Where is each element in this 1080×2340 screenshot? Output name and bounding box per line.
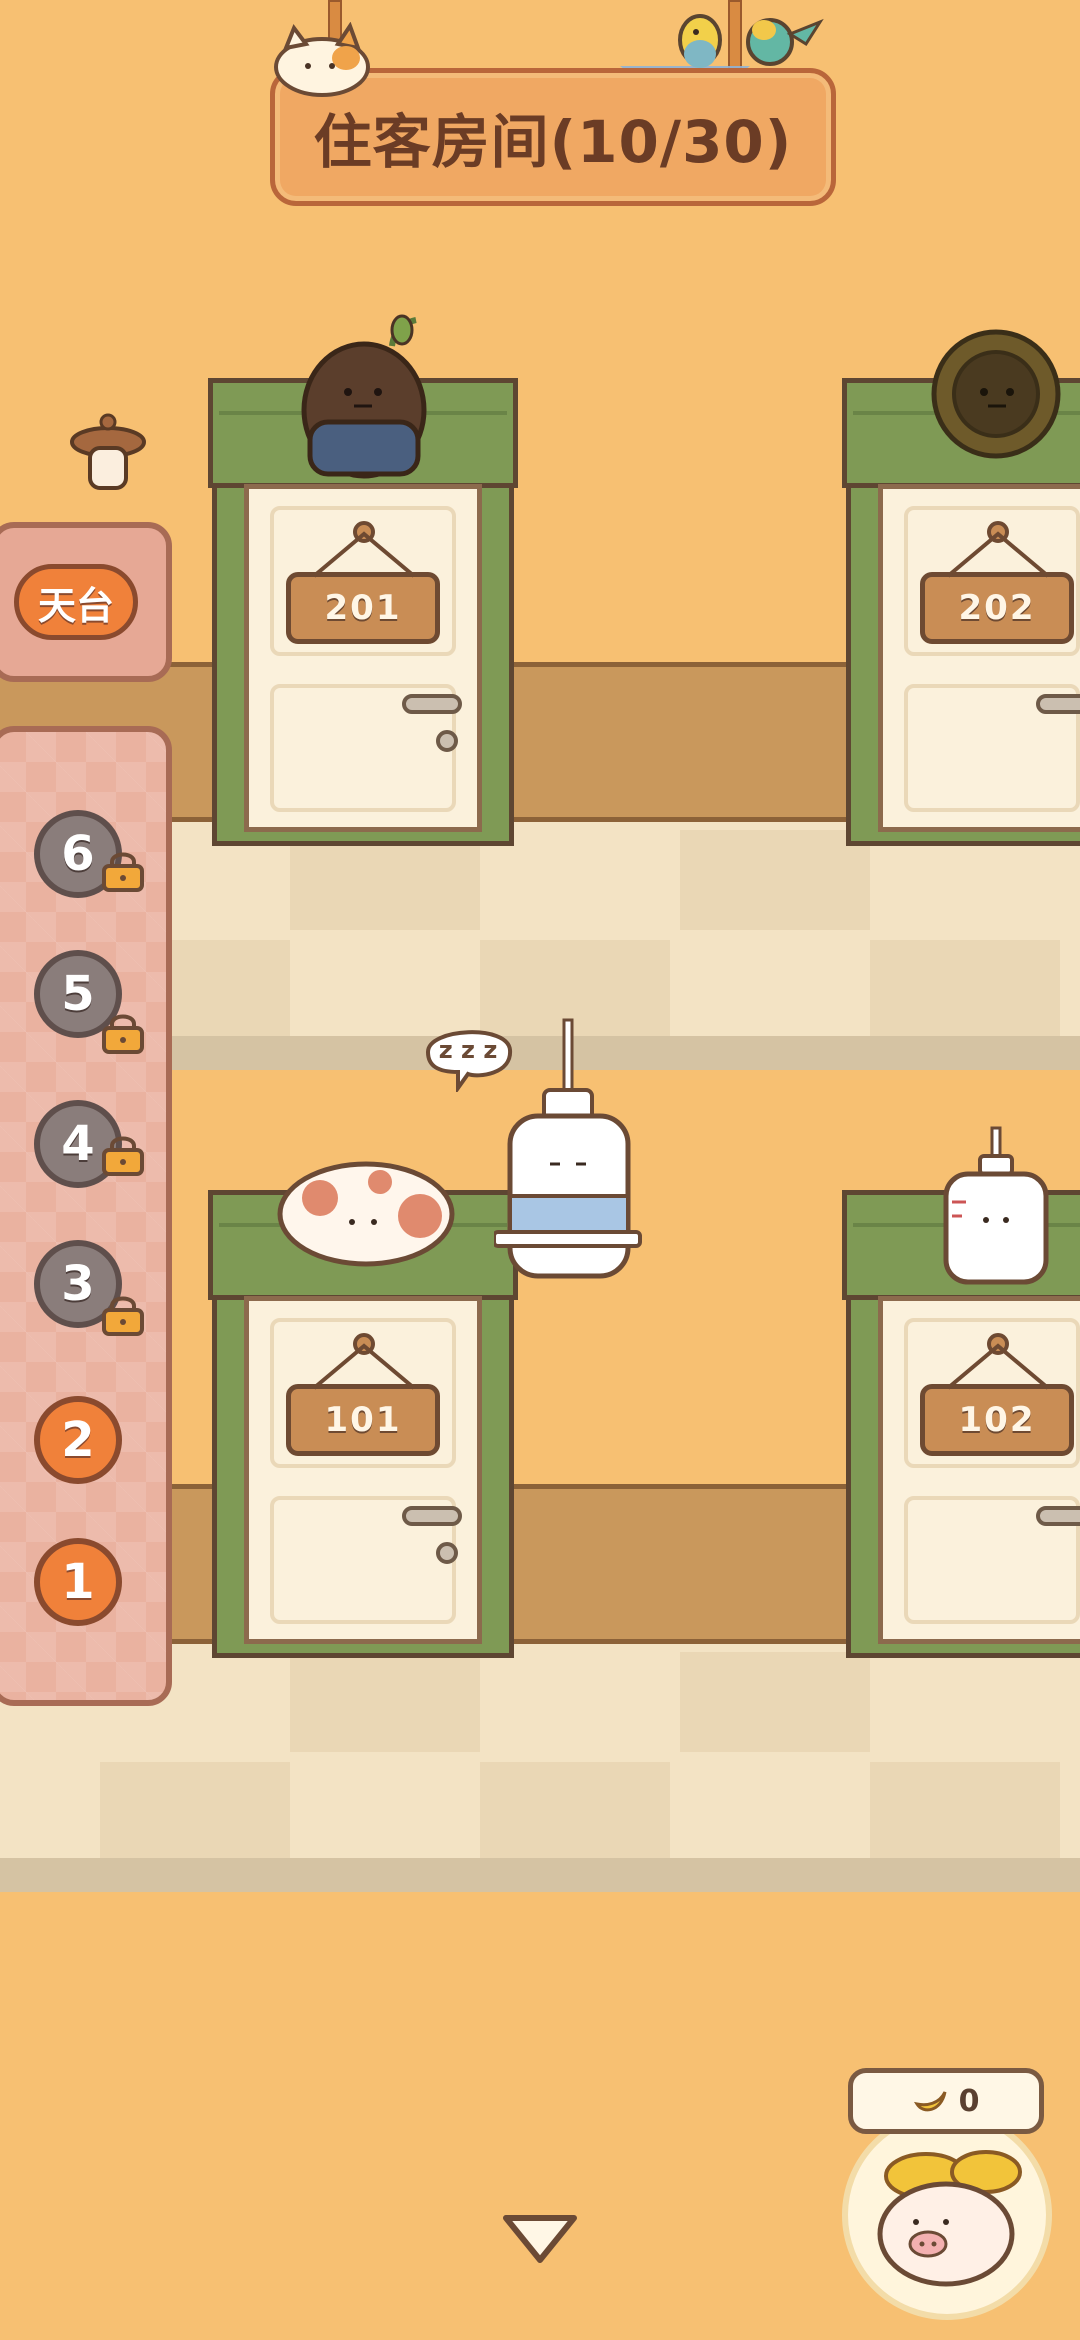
coin-counter: 0 bbox=[848, 2068, 1044, 2134]
banana-coin-icon bbox=[913, 2091, 947, 2112]
lock-icon bbox=[102, 852, 144, 892]
sign-hanger-icon bbox=[312, 521, 416, 578]
coin-count: 0 bbox=[958, 2083, 980, 2119]
door-handle bbox=[1036, 694, 1080, 714]
roof-button[interactable]: 天台 bbox=[14, 564, 138, 640]
lock-icon bbox=[102, 1296, 144, 1336]
door-handle bbox=[402, 694, 462, 714]
lock-icon bbox=[102, 1014, 144, 1054]
sign-hanger-icon bbox=[312, 1333, 416, 1390]
floor-edge bbox=[0, 1858, 1080, 1892]
door-lock-knob bbox=[436, 1542, 458, 1564]
floor-tile bbox=[290, 1652, 480, 1752]
room-sign-101[interactable]: 101 bbox=[286, 1384, 440, 1456]
floor-tile bbox=[680, 1652, 870, 1752]
sunflower-guest-icon[interactable] bbox=[926, 322, 1066, 462]
door-lock-knob bbox=[436, 730, 458, 752]
floor-tile bbox=[870, 1762, 1060, 1858]
parrots-icon bbox=[678, 14, 824, 68]
floor-tile bbox=[680, 830, 870, 930]
seed-guest-icon[interactable] bbox=[296, 310, 432, 480]
sign-hanger-icon bbox=[946, 1333, 1050, 1390]
room-sign-201[interactable]: 201 bbox=[286, 572, 440, 644]
piggy-bank-icon bbox=[877, 2150, 1022, 2287]
glue-bottle-guest-icon[interactable] bbox=[936, 1124, 1056, 1290]
mushroom-guest-icon[interactable] bbox=[270, 1142, 460, 1272]
floor-button-2[interactable]: 2 bbox=[34, 1396, 122, 1484]
door-handle bbox=[1036, 1506, 1080, 1526]
floor-tile bbox=[870, 940, 1060, 1036]
cat-icon bbox=[274, 22, 370, 97]
scroll-down-button[interactable] bbox=[500, 2210, 580, 2270]
lock-icon bbox=[102, 1136, 144, 1176]
floor-button-1[interactable]: 1 bbox=[34, 1538, 122, 1626]
floor-tile bbox=[100, 1762, 290, 1858]
room-sign-202[interactable]: 202 bbox=[920, 572, 1074, 644]
sleep-text: z z z bbox=[438, 1036, 498, 1064]
floor-tile bbox=[480, 1762, 670, 1858]
lamp-icon bbox=[70, 413, 146, 490]
door-handle bbox=[402, 1506, 462, 1526]
room-sign-102[interactable]: 102 bbox=[920, 1384, 1074, 1456]
sign-hanger-icon bbox=[946, 521, 1050, 578]
